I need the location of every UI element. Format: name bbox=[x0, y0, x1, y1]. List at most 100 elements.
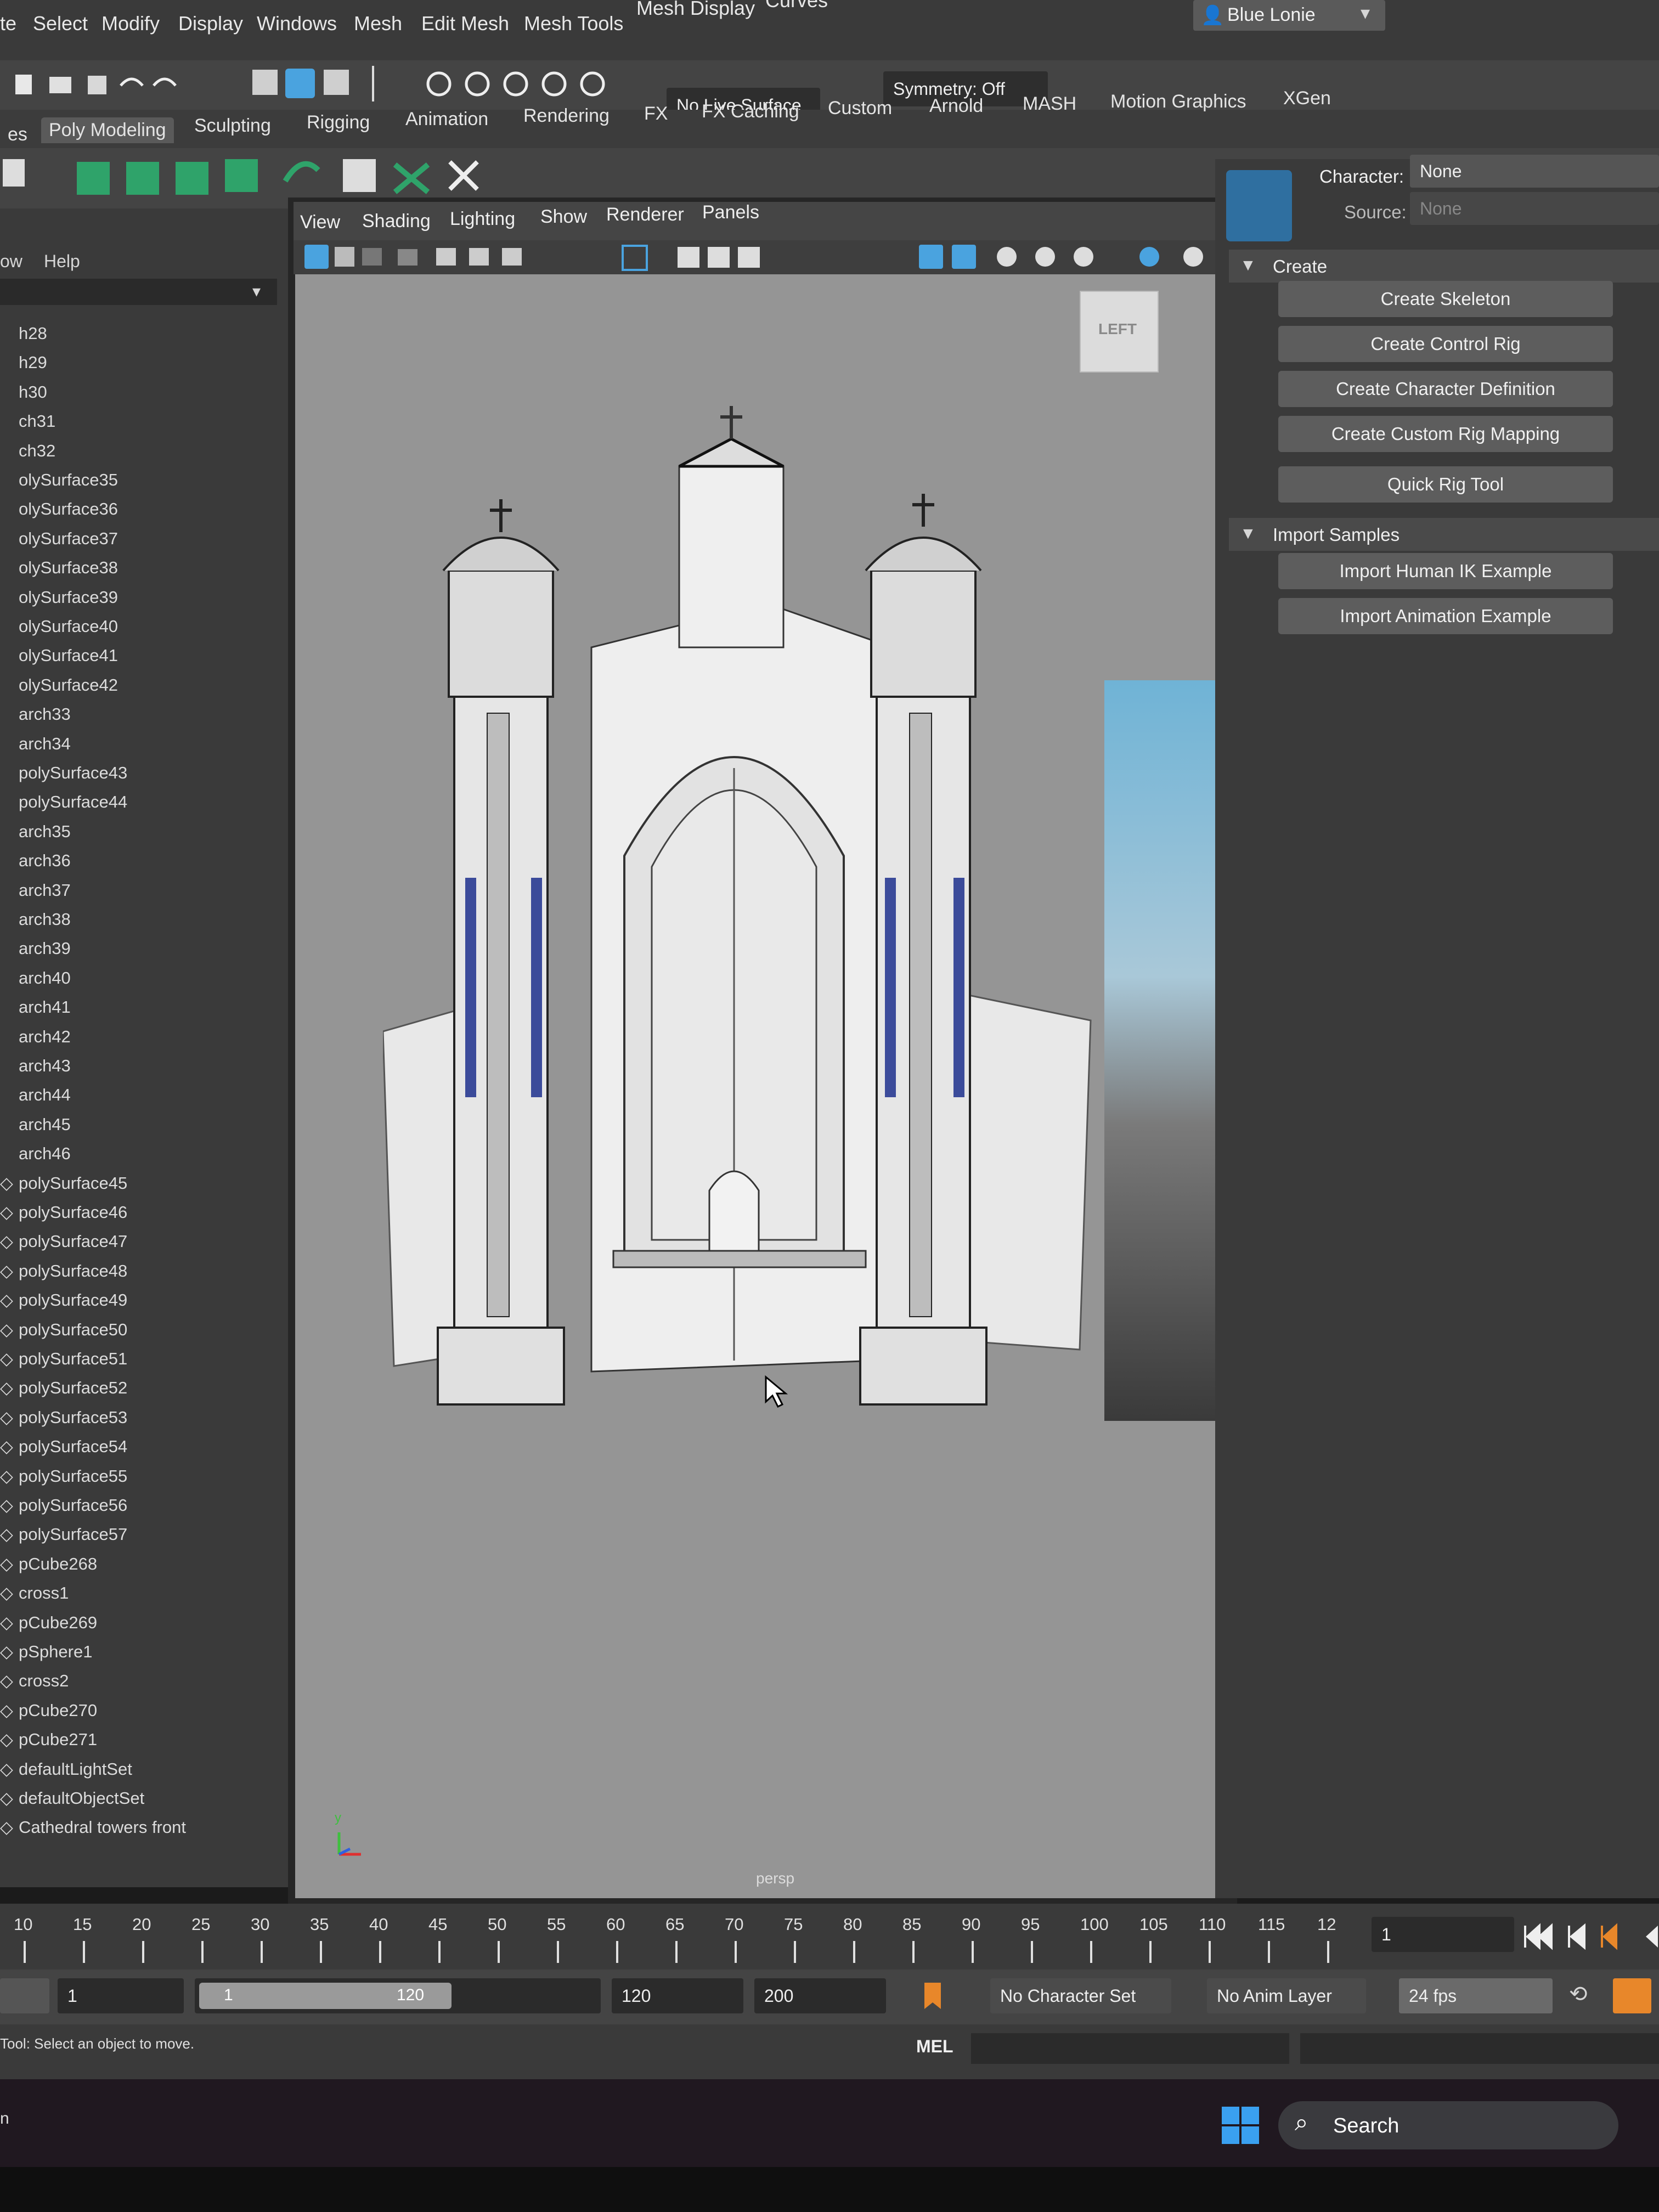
outliner-search-field[interactable]: ▾ bbox=[0, 279, 277, 305]
menu-mesh-display[interactable]: Mesh Display bbox=[636, 0, 755, 20]
menu-select[interactable]: Select bbox=[33, 12, 88, 35]
character-dropdown[interactable]: None bbox=[1410, 155, 1659, 188]
menu-modify[interactable]: Modify bbox=[101, 12, 160, 35]
menu-windows[interactable]: Windows bbox=[257, 12, 337, 35]
outliner-item[interactable]: olySurface37 bbox=[0, 529, 318, 558]
menu-mesh-tools[interactable]: Mesh Tools bbox=[524, 12, 623, 35]
outliner-item[interactable]: olySurface40 bbox=[0, 617, 318, 646]
anim-layer-dropdown[interactable]: No Anim Layer bbox=[1207, 1978, 1366, 2013]
menu-display[interactable]: Display bbox=[178, 12, 243, 35]
viewport-toolbar-icons[interactable] bbox=[294, 240, 1232, 274]
time-ruler[interactable]: 10 15 20 25 30 35 40 45 50 55 60 65 70 75 80 85 90 95 100 1… bbox=[0, 1904, 1361, 1970]
outliner-item[interactable]: arch36 bbox=[0, 851, 318, 881]
loop-icon[interactable]: ⟲ bbox=[1569, 1982, 1588, 2007]
menu-file-fragment[interactable]: te bbox=[0, 12, 16, 35]
outliner-item[interactable]: ◇ polySurface57 bbox=[0, 1525, 318, 1554]
outliner-item[interactable]: ◇ pCube269 bbox=[0, 1613, 318, 1643]
tab-arnold[interactable]: Arnold bbox=[922, 93, 991, 119]
create-skeleton-button[interactable]: Create Skeleton bbox=[1278, 281, 1613, 317]
outliner-item[interactable]: ◇ defaultObjectSet bbox=[0, 1788, 318, 1818]
outliner-menu-help[interactable]: Help bbox=[44, 251, 80, 272]
outliner-item[interactable]: arch37 bbox=[0, 881, 318, 910]
start-frame-field[interactable]: 1 bbox=[58, 1978, 184, 2013]
viewport-menu-lighting[interactable]: Lighting bbox=[450, 208, 515, 230]
outliner-item[interactable]: ◇ defaultLightSet bbox=[0, 1759, 318, 1789]
outliner-item[interactable]: ◇ polySurface48 bbox=[0, 1261, 318, 1291]
outliner-item[interactable]: arch45 bbox=[0, 1115, 318, 1144]
tab-custom[interactable]: Custom bbox=[820, 95, 900, 121]
preferences-icon[interactable] bbox=[1613, 1978, 1651, 2013]
import-animation-example-button[interactable]: Import Animation Example bbox=[1278, 598, 1613, 634]
tab-fx[interactable]: FX bbox=[636, 101, 675, 127]
selection-tools-icons[interactable] bbox=[247, 63, 631, 104]
outliner-item[interactable]: ◇ polySurface49 bbox=[0, 1290, 318, 1320]
outliner-item[interactable]: ◇ cross2 bbox=[0, 1671, 318, 1701]
outliner-item[interactable]: arch43 bbox=[0, 1056, 318, 1086]
outliner-item[interactable]: olySurface36 bbox=[0, 499, 318, 529]
outliner-item[interactable]: ◇ pSphere1 bbox=[0, 1642, 318, 1672]
outliner-item[interactable]: ◇ polySurface51 bbox=[0, 1349, 318, 1379]
tab-fragment[interactable]: es bbox=[0, 122, 35, 148]
outliner-item[interactable]: ◇ pCube268 bbox=[0, 1554, 318, 1584]
outliner-item[interactable]: ch32 bbox=[0, 441, 318, 471]
outliner-item[interactable]: arch44 bbox=[0, 1085, 318, 1115]
outliner-item[interactable]: ◇ polySurface53 bbox=[0, 1408, 318, 1437]
view-cube[interactable]: LEFT bbox=[1080, 291, 1159, 373]
quick-rig-tool-button[interactable]: Quick Rig Tool bbox=[1278, 466, 1613, 503]
outliner-menu-show[interactable]: ow bbox=[0, 251, 22, 272]
outliner-item[interactable]: arch41 bbox=[0, 997, 318, 1027]
range-min-fragment[interactable] bbox=[0, 1978, 49, 2013]
outliner-item[interactable]: arch39 bbox=[0, 939, 318, 968]
outliner-item[interactable]: arch33 bbox=[0, 704, 318, 734]
outliner-item[interactable]: ◇ polySurface47 bbox=[0, 1232, 318, 1261]
import-samples-section-header[interactable]: ▼ Import Samples bbox=[1229, 518, 1659, 551]
tab-rigging[interactable]: Rigging bbox=[299, 110, 377, 136]
tab-motion-graphics[interactable]: Motion Graphics bbox=[1103, 89, 1254, 115]
tab-rendering[interactable]: Rendering bbox=[516, 103, 617, 129]
outliner-item[interactable]: ◇ polySurface55 bbox=[0, 1466, 318, 1496]
viewport-menu-show[interactable]: Show bbox=[540, 206, 587, 228]
tab-mash[interactable]: MASH bbox=[1015, 91, 1084, 117]
outliner-item[interactable]: olySurface41 bbox=[0, 646, 318, 675]
outliner-item[interactable]: ◇ pCube270 bbox=[0, 1701, 318, 1730]
viewport-menu-view[interactable]: View bbox=[300, 212, 340, 233]
outliner-item[interactable]: arch34 bbox=[0, 734, 318, 764]
windows-start-icon[interactable] bbox=[1221, 2106, 1260, 2145]
account-dropdown[interactable]: 👤 Blue Lonie ▾ bbox=[1193, 0, 1385, 31]
import-human-ik-example-button[interactable]: Import Human IK Example bbox=[1278, 553, 1613, 589]
outliner-item[interactable]: arch35 bbox=[0, 822, 318, 851]
humanik-logo-icon[interactable] bbox=[1226, 170, 1292, 241]
auto-key-icon[interactable] bbox=[916, 1978, 949, 2013]
viewport-menu-renderer[interactable]: Renderer bbox=[606, 204, 684, 225]
outliner-item[interactable]: ◇ polySurface50 bbox=[0, 1320, 318, 1350]
create-character-definition-button[interactable]: Create Character Definition bbox=[1278, 371, 1613, 407]
tab-animation[interactable]: Animation bbox=[398, 106, 496, 132]
outliner-item[interactable]: ◇ polySurface54 bbox=[0, 1437, 318, 1466]
outliner-item[interactable]: h30 bbox=[0, 382, 318, 412]
create-custom-rig-mapping-button[interactable]: Create Custom Rig Mapping bbox=[1278, 416, 1613, 452]
outliner-item[interactable]: olySurface39 bbox=[0, 588, 318, 617]
create-section-header[interactable]: ▼ Create bbox=[1229, 250, 1659, 283]
menu-curves[interactable]: Curves bbox=[765, 0, 828, 12]
create-control-rig-button[interactable]: Create Control Rig bbox=[1278, 326, 1613, 362]
viewport-menu-panels[interactable]: Panels bbox=[702, 202, 759, 223]
playback-controls[interactable] bbox=[1520, 1920, 1659, 1953]
outliner-item[interactable]: ◇ polySurface56 bbox=[0, 1496, 318, 1525]
source-dropdown[interactable]: None bbox=[1410, 192, 1659, 225]
range-slider-thumb[interactable]: 1 120 bbox=[199, 1983, 452, 2009]
outliner-item[interactable]: ◇ polySurface52 bbox=[0, 1378, 318, 1408]
outliner-item[interactable]: polySurface43 bbox=[0, 763, 318, 793]
time-slider[interactable]: 10 15 20 25 30 35 40 45 50 55 60 65 70 75 80 85 90 95 100 1… bbox=[0, 1904, 1659, 1970]
fps-dropdown[interactable]: 24 fps bbox=[1399, 1978, 1553, 2013]
outliner-item[interactable]: polySurface44 bbox=[0, 792, 318, 822]
taskbar-search-box[interactable]: ⌕ Search bbox=[1278, 2101, 1618, 2149]
menu-edit-mesh[interactable]: Edit Mesh bbox=[421, 12, 509, 35]
outliner-item[interactable]: ch31 bbox=[0, 411, 318, 441]
current-frame-field[interactable]: 1 bbox=[1372, 1917, 1514, 1952]
range-slider-track[interactable]: 1 120 bbox=[195, 1978, 601, 2013]
outliner-item[interactable]: ◇ Cathedral towers front bbox=[0, 1818, 318, 1847]
outliner-item[interactable]: olySurface38 bbox=[0, 558, 318, 588]
outliner-item[interactable]: ◇ polySurface45 bbox=[0, 1173, 318, 1203]
end-frame-field[interactable]: 120 bbox=[612, 1978, 743, 2013]
outliner-item[interactable]: arch42 bbox=[0, 1027, 318, 1057]
